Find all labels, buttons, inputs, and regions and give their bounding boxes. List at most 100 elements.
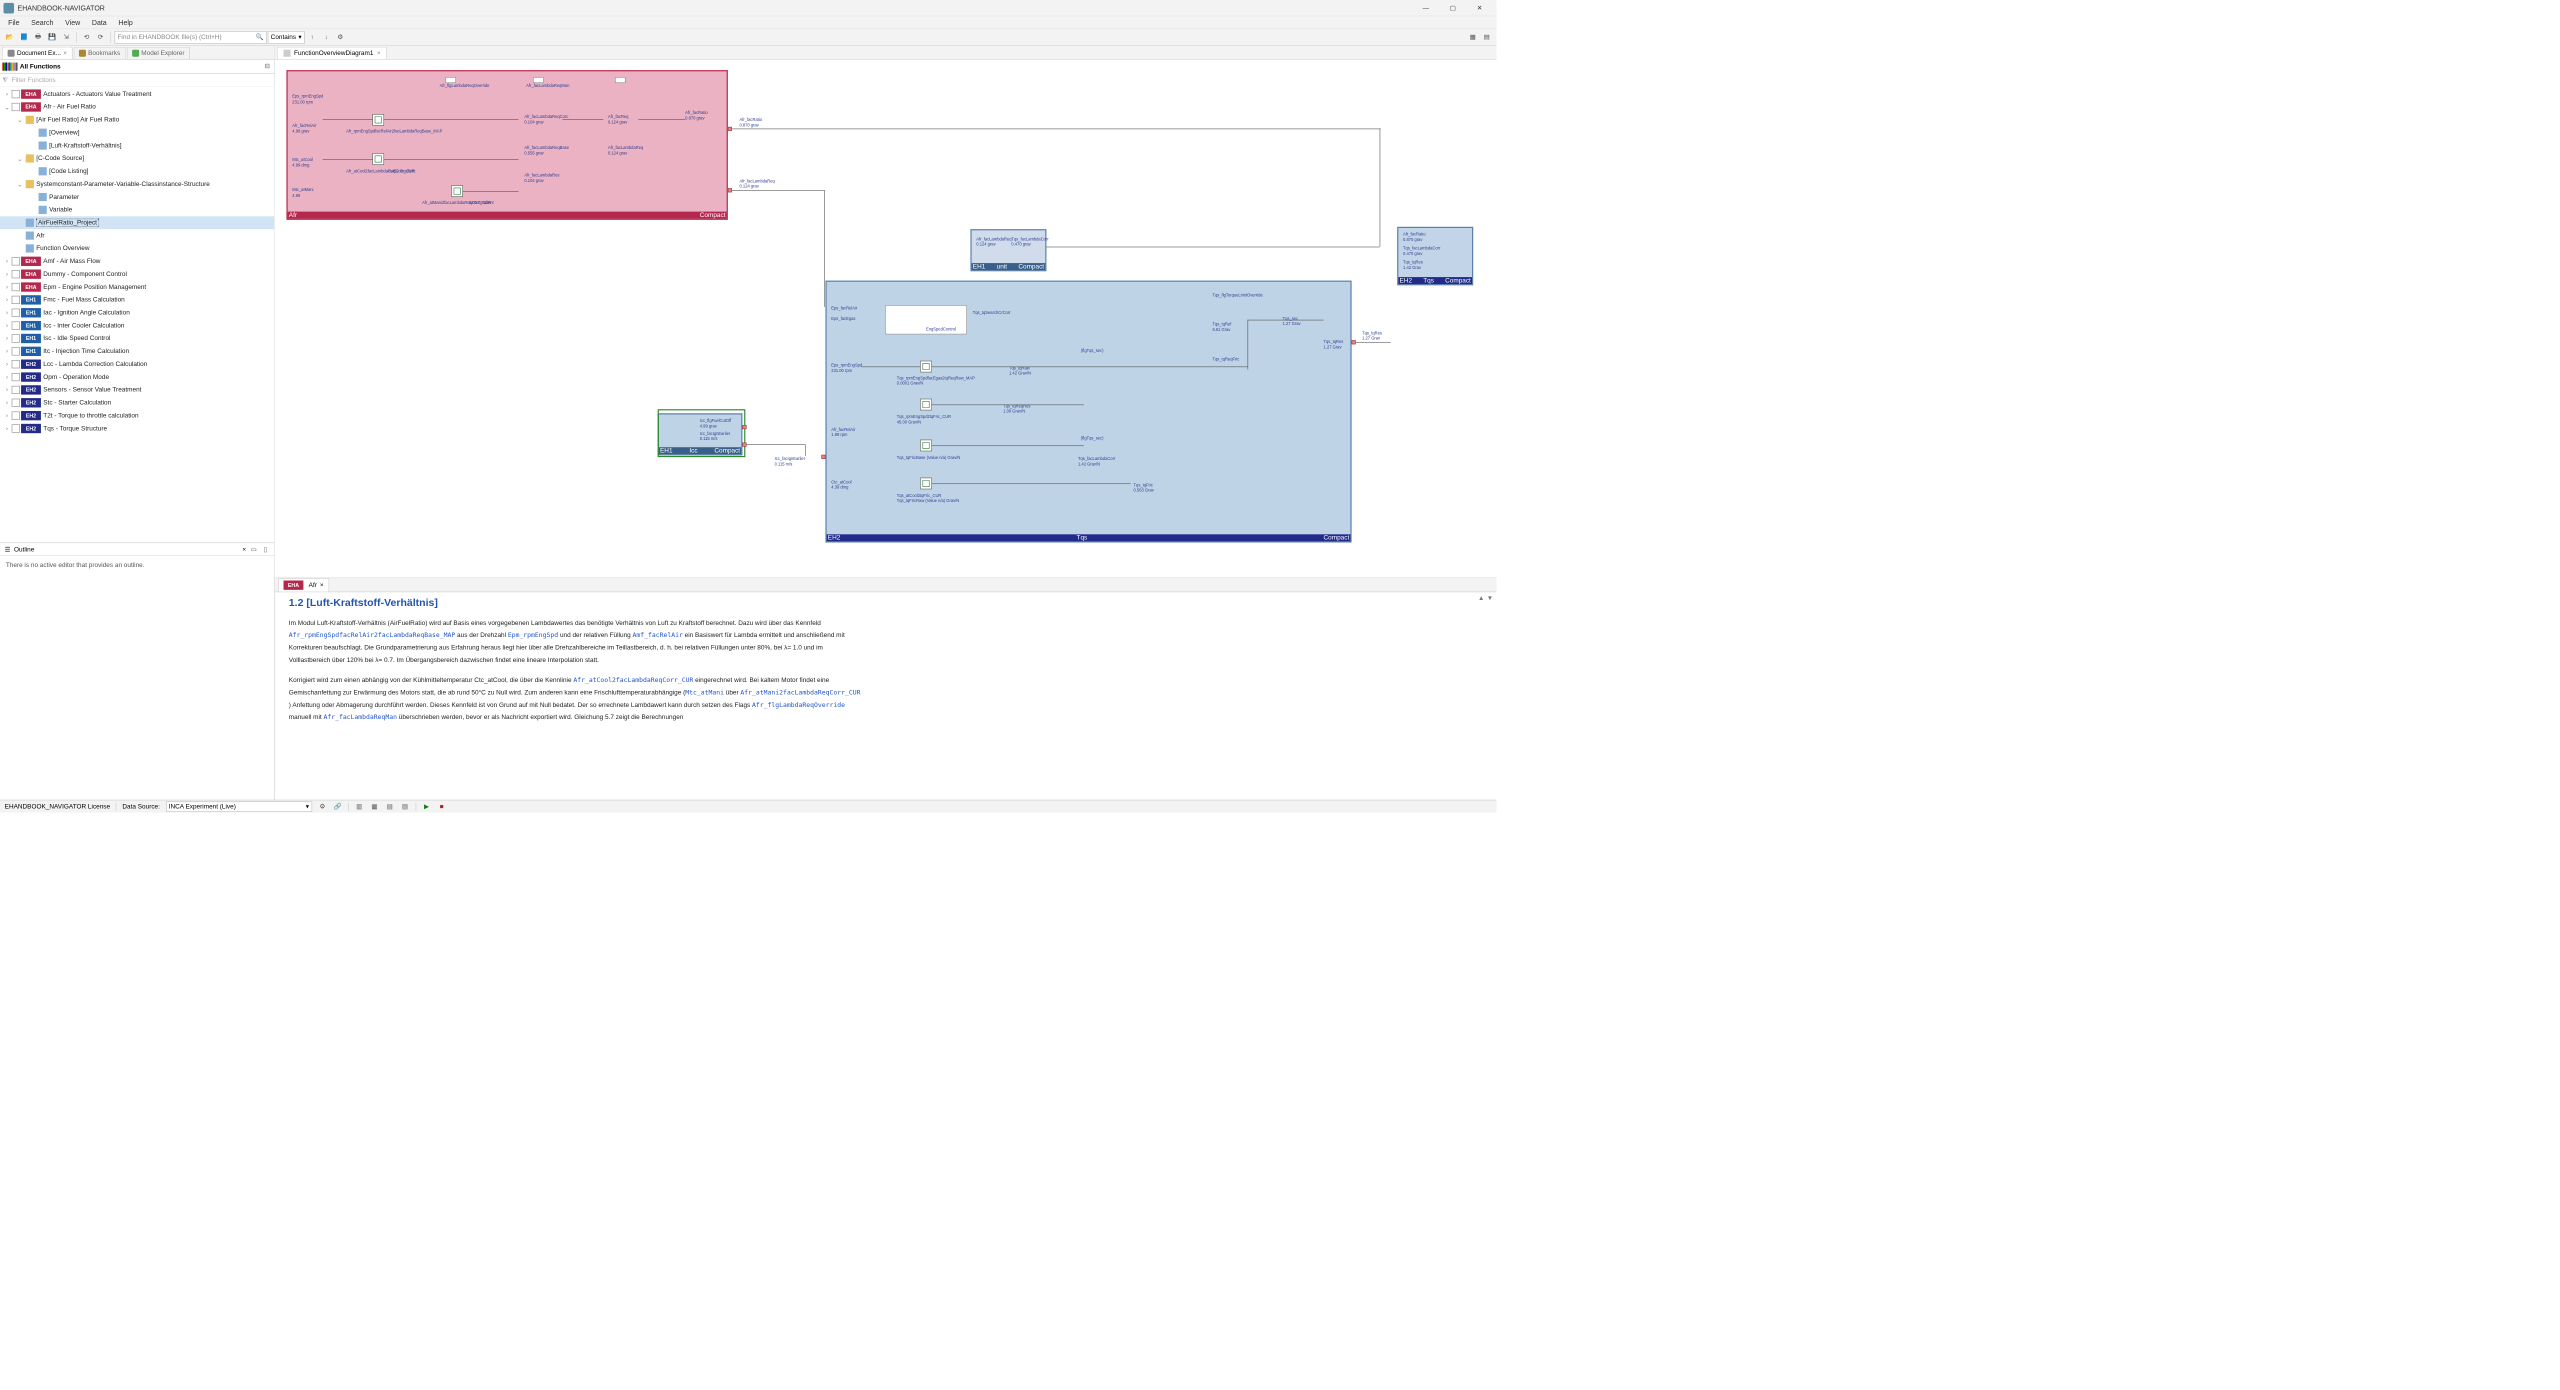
checkbox[interactable] [12, 412, 20, 420]
perspective-icon[interactable]: ▦ [1466, 31, 1479, 44]
twisty-icon[interactable]: ⌄ [16, 155, 23, 163]
menu-help[interactable]: Help [113, 18, 139, 26]
tqs-block[interactable]: EH2TqsCompact EngSpedControl Tqs_tqSearc… [825, 281, 1351, 543]
tree-item[interactable]: ›EH2Sensors - Sensor Value Treatment [0, 383, 274, 396]
checkbox[interactable] [12, 270, 20, 278]
lookup-block[interactable] [920, 478, 932, 490]
stop-icon[interactable]: ■ [437, 802, 446, 811]
twisty-icon[interactable]: › [4, 374, 11, 381]
tree-item[interactable]: Variable [0, 203, 274, 216]
tree-item[interactable]: ›EH2Opm - Operation Mode [0, 371, 274, 384]
tab-function-overview-diagram[interactable]: FunctionOverviewDiagram1 × [277, 47, 387, 59]
close-outline-icon[interactable]: × [242, 546, 246, 553]
tree-item[interactable]: ⌄[C-Code Source] [0, 152, 274, 165]
tab-document-explorer[interactable]: Document Ex... × [2, 47, 72, 59]
tree-item[interactable]: Parameter [0, 191, 274, 204]
tree-item[interactable]: ›EH1Fmc - Fuel Mass Calculation [0, 293, 274, 306]
tree-item[interactable]: ⌄[Air Fuel Ratio] Air Fuel Ratio [0, 113, 274, 126]
twisty-icon[interactable]: › [4, 399, 11, 406]
twisty-icon[interactable]: ⌄ [16, 116, 23, 124]
minimize-icon[interactable]: ▭ [250, 545, 258, 553]
tree-item[interactable]: ›EH1Isc - Idle Speed Control [0, 332, 274, 345]
tree-item[interactable]: [Luft-Kraftstoff-Verhältnis] [0, 139, 274, 152]
grid1-icon[interactable]: ▥ [355, 802, 364, 811]
scroll-down-icon[interactable]: ▼ [1487, 595, 1493, 602]
checkbox[interactable] [12, 103, 20, 111]
unit-block[interactable]: EH1unitCompact Afr_facLambdaReq 0.124 gr… [970, 229, 1046, 271]
tree-item[interactable]: ›EHADummy - Component Control [0, 268, 274, 281]
tree-item[interactable]: ›EH1Icc - Inter Cooler Calculation [0, 319, 274, 332]
lookup-block[interactable] [372, 153, 384, 165]
tree-item[interactable]: ›EH2T2t - Torque to throttle calculation [0, 409, 274, 422]
afr-block[interactable]: AfrCompact Eps_rpmEngSpd 231.00 rpm Afr_… [286, 70, 727, 220]
menu-view[interactable]: View [59, 18, 86, 26]
tree-item[interactable]: ›EH1Itc - Injection Time Calculation [0, 345, 274, 358]
diagram-canvas[interactable]: AfrCompact Eps_rpmEngSpd 231.00 rpm Afr_… [275, 60, 1497, 578]
twisty-icon[interactable]: › [4, 412, 11, 419]
close-tab-icon[interactable]: × [377, 50, 381, 57]
save-icon[interactable]: 💾 [46, 31, 59, 44]
checkbox[interactable] [12, 90, 20, 98]
checkbox[interactable] [12, 360, 20, 368]
menu-data[interactable]: Data [86, 18, 113, 26]
tree-item[interactable]: ›EHAEpm - Engine Position Management [0, 281, 274, 294]
twisty-icon[interactable]: › [4, 309, 11, 316]
checkbox[interactable] [12, 322, 20, 330]
search-icon[interactable]: 🔍 [256, 33, 264, 41]
checkbox[interactable] [12, 373, 20, 381]
checkbox[interactable] [12, 399, 20, 407]
tree-item[interactable]: AirFuelRatio_Project [0, 216, 274, 229]
lookup-block[interactable] [920, 361, 932, 373]
lookup-block[interactable] [372, 114, 384, 126]
close-tab-icon[interactable]: × [320, 582, 324, 589]
tab-afr-doc[interactable]: EHA Afr × [278, 578, 329, 591]
tree-item[interactable]: ⌄EHAAfr - Air Fuel Ratio [0, 101, 274, 114]
grid4-icon[interactable]: ▧ [400, 802, 409, 811]
twisty-icon[interactable]: › [4, 361, 11, 368]
maximize-icon[interactable]: ▯ [261, 545, 269, 553]
tree-item[interactable]: ›EH2Tqs - Torque Structure [0, 422, 274, 435]
checkbox[interactable] [12, 334, 20, 342]
export-icon[interactable]: ⇲ [60, 31, 73, 44]
twisty-icon[interactable]: ⌄ [4, 103, 11, 111]
tree-item[interactable]: [Code Listing] [0, 165, 274, 178]
twisty-icon[interactable]: › [4, 322, 11, 329]
twisty-icon[interactable]: › [4, 386, 11, 393]
gear-icon[interactable]: ⚙ [318, 802, 327, 811]
tree-item[interactable]: ›EH1Iac - Ignition Angle Calculation [0, 306, 274, 319]
twisty-icon[interactable]: › [4, 258, 11, 265]
tree-item[interactable]: ›EH2Lcc - Lambda Correction Calculation [0, 358, 274, 371]
twisty-icon[interactable]: › [4, 271, 11, 278]
options-icon[interactable]: ⚙ [334, 31, 347, 44]
search-mode-combo[interactable]: Contains ▾ [268, 31, 305, 44]
twisty-icon[interactable]: › [4, 91, 11, 98]
twisty-icon[interactable]: › [4, 425, 11, 432]
prev-result-icon[interactable]: ↑ [306, 31, 319, 44]
checkbox[interactable] [12, 386, 20, 394]
tree-item[interactable]: ›EHAActuators - Actuators Value Treatmen… [0, 88, 274, 101]
doc-body[interactable]: ▲ ▼ 1.2 [Luft-Kraftstoff-Verhältnis] Im … [275, 592, 1497, 800]
lookup-block[interactable] [920, 399, 932, 411]
twisty-icon[interactable]: › [4, 296, 11, 303]
tree-item[interactable]: Afr [0, 229, 274, 242]
open-folder-icon[interactable]: 📂 [4, 31, 17, 44]
grid2-icon[interactable]: ▦ [370, 802, 379, 811]
tree-item[interactable]: ⌄Systemconstant-Parameter-Variable-Class… [0, 178, 274, 191]
play-icon[interactable]: ▶ [422, 802, 431, 811]
checkbox[interactable] [12, 283, 20, 291]
lookup-block[interactable] [451, 185, 463, 197]
grid3-icon[interactable]: ▤ [385, 802, 394, 811]
next-result-icon[interactable]: ↓ [320, 31, 333, 44]
function-tree[interactable]: ›EHAActuators - Actuators Value Treatmen… [0, 87, 274, 543]
filter-row[interactable]: ⧨ Filter Functions [0, 74, 274, 87]
close-button[interactable]: ✕ [1466, 0, 1493, 16]
checkbox[interactable] [12, 424, 20, 432]
scroll-up-icon[interactable]: ▲ [1478, 595, 1484, 602]
twisty-icon[interactable]: ⌄ [16, 180, 23, 188]
tab-model-explorer[interactable]: Model Explorer [127, 47, 190, 59]
link-icon[interactable]: 🔗 [333, 802, 342, 811]
forward-icon[interactable]: ⟳ [94, 31, 107, 44]
maximize-button[interactable]: ▢ [1439, 0, 1466, 16]
lookup-block[interactable] [920, 440, 932, 452]
perspective2-icon[interactable]: ▤ [1480, 31, 1493, 44]
